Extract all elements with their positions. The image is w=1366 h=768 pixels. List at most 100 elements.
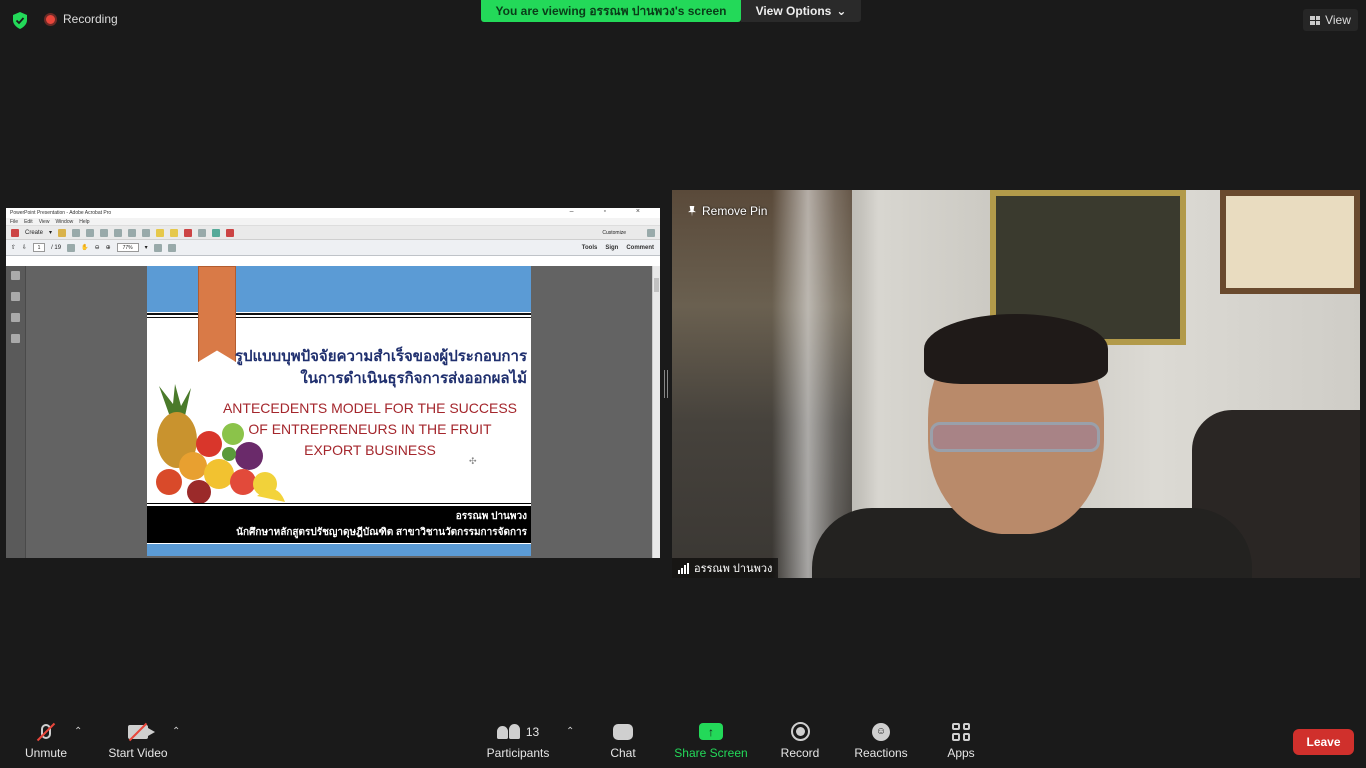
comment-tab[interactable]: Comment xyxy=(626,245,654,251)
slide-footer-band xyxy=(147,544,531,556)
video-person-glasses xyxy=(930,422,1100,452)
resize-splitter-handle[interactable] xyxy=(664,370,668,398)
start-video-button[interactable]: Start Video xyxy=(106,712,170,768)
window-controls[interactable]: – ▫ × xyxy=(570,208,654,215)
presentation-slide: รูปแบบบุพปัจจัยความสำเร็จของผู้ประกอบการ… xyxy=(147,266,531,556)
chat-bubble-icon xyxy=(613,723,633,740)
chat-label: Chat xyxy=(610,745,636,760)
zoom-out-icon[interactable]: ⊖ xyxy=(95,244,100,251)
zoom-dropdown-icon[interactable]: ▾ xyxy=(145,244,148,251)
menu-view[interactable]: View xyxy=(39,219,50,225)
page-thumbnails-icon[interactable] xyxy=(11,271,20,280)
export-icon[interactable] xyxy=(212,228,221,237)
leave-meeting-button[interactable]: Leave xyxy=(1293,729,1354,755)
participants-button[interactable]: 13 Participants xyxy=(484,712,552,768)
participants-label: Participants xyxy=(486,745,550,760)
stamp-icon[interactable] xyxy=(170,228,179,237)
share-screen-arrow-icon: ↑ xyxy=(699,723,723,740)
recording-indicator[interactable]: Recording xyxy=(44,12,118,26)
email-icon[interactable] xyxy=(128,228,137,237)
participants-count: 13 xyxy=(525,724,540,739)
page-number-input[interactable]: 1 xyxy=(33,243,46,252)
acrobat-document-area[interactable]: รูปแบบบุพปัจจัยความสำเร็จของผู้ประกอบการ… xyxy=(6,266,660,558)
bookmarks-icon[interactable] xyxy=(11,292,20,301)
view-button[interactable]: View xyxy=(1303,9,1358,31)
smiley-plus-icon: ☺ xyxy=(872,722,890,741)
document-scrollbar[interactable] xyxy=(652,266,660,558)
record-button[interactable]: Record xyxy=(778,712,822,768)
signatures-icon[interactable] xyxy=(11,313,20,322)
slide-author: อรรณพ ปานพวง นักศึกษาหลักสูตรปรัชญาดุษฎี… xyxy=(236,509,527,541)
shared-screen[interactable]: PowerPoint Presentation - Adobe Acrobat … xyxy=(6,208,660,558)
meeting-top-bar: Recording You are viewing อรรณพ ปานพวง's… xyxy=(0,0,1366,40)
apps-button[interactable]: Apps xyxy=(944,712,978,768)
create-icon xyxy=(11,228,19,237)
remove-pin-label: Remove Pin xyxy=(702,204,768,218)
view-options-button[interactable]: View Options ⌄ xyxy=(741,0,861,22)
menu-edit[interactable]: Edit xyxy=(24,219,33,225)
recording-label: Recording xyxy=(63,12,118,26)
select-tool-icon[interactable] xyxy=(67,243,76,252)
chat-button[interactable]: Chat xyxy=(604,712,642,768)
attachments-icon[interactable] xyxy=(11,334,20,343)
grid-view-icon xyxy=(1310,15,1321,25)
delete-icon[interactable] xyxy=(184,228,193,237)
participant-name-tag: อรรณพ ปานพวง xyxy=(672,558,779,578)
hand-tool-icon[interactable]: ✋ xyxy=(81,244,88,251)
fit-page-icon[interactable] xyxy=(153,243,162,252)
participants-icon xyxy=(496,724,520,739)
page-total: / 19 xyxy=(51,244,62,251)
share-screen-label: Share Screen xyxy=(674,745,748,760)
sign-tab[interactable]: Sign xyxy=(605,245,618,251)
move-cursor-icon: ✣ xyxy=(469,456,477,466)
participant-name: อรรณพ ปานพวง xyxy=(694,563,773,575)
unmute-button[interactable]: Unmute xyxy=(22,712,70,768)
chevron-down-icon: ▾ xyxy=(49,230,53,236)
tools-tab[interactable]: Tools xyxy=(582,245,598,251)
video-wall-frame xyxy=(1220,190,1360,294)
participant-video-tile[interactable]: Remove Pin อรรณพ ปานพวง xyxy=(672,190,1360,578)
edit-icon[interactable] xyxy=(114,228,123,237)
remove-pin-button[interactable]: Remove Pin xyxy=(688,204,767,218)
author-name: อรรณพ ปานพวง xyxy=(455,511,527,522)
connection-signal-icon xyxy=(678,562,689,574)
zoom-level-input[interactable]: 77% xyxy=(116,243,139,252)
zoom-in-icon[interactable]: ⊕ xyxy=(106,244,111,251)
page-up-icon[interactable]: ⇧ xyxy=(11,244,16,251)
share-screen-button[interactable]: ↑ Share Screen xyxy=(672,712,750,768)
record-icon xyxy=(790,722,810,741)
view-options-label: View Options xyxy=(755,4,832,18)
expand-icon[interactable] xyxy=(647,228,655,237)
author-affiliation: นักศึกษาหลักสูตรปรัชญาดุษฎีบัณฑิต สาขาวิ… xyxy=(236,527,527,538)
menu-help[interactable]: Help xyxy=(79,219,89,225)
print-icon[interactable] xyxy=(100,228,109,237)
copy-icon[interactable] xyxy=(198,228,207,237)
unmute-label: Unmute xyxy=(24,745,68,760)
pdf-icon[interactable] xyxy=(226,228,235,237)
page-down-icon[interactable]: ⇩ xyxy=(22,244,27,251)
meeting-controls-bar: Unmute ⌃ Start Video ⌃ 13 Participants ⌃… xyxy=(0,712,1366,768)
create-button[interactable]: Create xyxy=(25,230,43,236)
fit-width-icon[interactable] xyxy=(167,243,176,252)
scrollbar-thumb[interactable] xyxy=(654,278,659,292)
acrobat-menu-bar: File Edit View Window Help xyxy=(6,218,660,226)
acrobat-navigation-toolbar: ⇧ ⇩ 1 / 19 ✋ ⊖ ⊕ 77% ▾ Tools Sign Commen… xyxy=(6,240,660,256)
menu-file[interactable]: File xyxy=(10,219,18,225)
menu-window[interactable]: Window xyxy=(55,219,73,225)
acrobat-window-title: PowerPoint Presentation - Adobe Acrobat … xyxy=(10,210,112,216)
participants-options-chevron-icon[interactable]: ⌃ xyxy=(566,726,574,737)
save-icon[interactable] xyxy=(72,228,81,237)
audio-options-chevron-icon[interactable]: ⌃ xyxy=(74,726,82,737)
reactions-button[interactable]: ☺ Reactions xyxy=(852,712,910,768)
chevron-down-icon: ⌄ xyxy=(836,4,847,18)
customize-button[interactable]: Customize xyxy=(602,230,626,236)
record-label: Record xyxy=(780,745,820,760)
video-options-chevron-icon[interactable]: ⌃ xyxy=(172,726,180,737)
acrobat-title-bar: PowerPoint Presentation - Adobe Acrobat … xyxy=(6,208,660,218)
settings-icon[interactable] xyxy=(142,228,151,237)
open-folder-icon[interactable] xyxy=(58,228,67,237)
comment-icon[interactable] xyxy=(156,228,165,237)
cloud-icon[interactable] xyxy=(86,228,95,237)
pin-icon xyxy=(688,205,696,217)
security-shield-icon[interactable] xyxy=(12,12,28,29)
